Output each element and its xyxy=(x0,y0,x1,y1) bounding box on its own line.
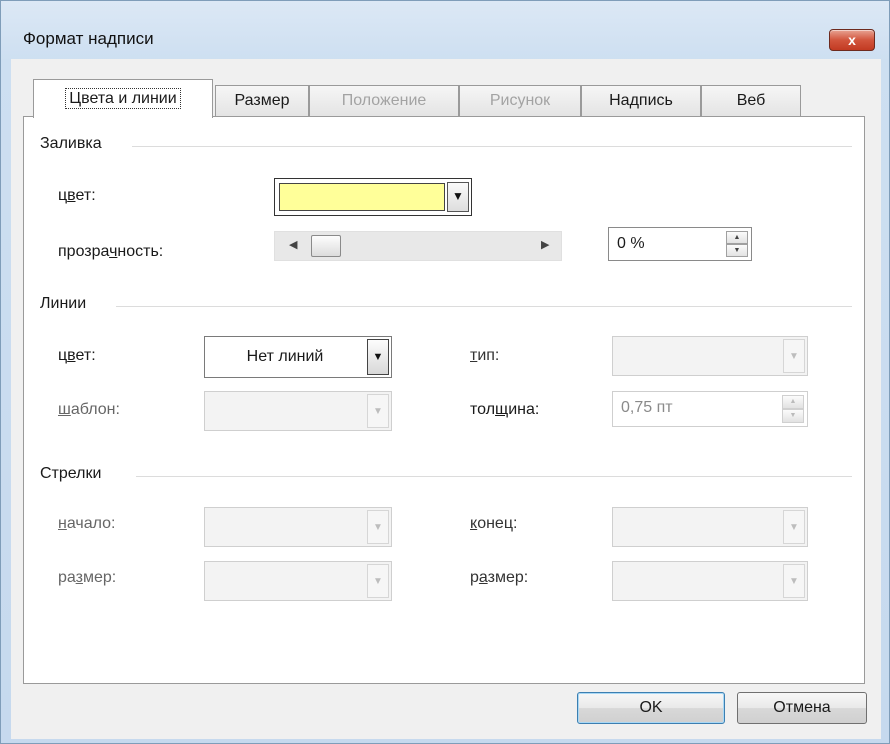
chevron-down-icon[interactable]: ▼ xyxy=(367,564,389,598)
line-weight-label: толщина: xyxy=(470,401,540,418)
chevron-down-icon[interactable]: ▼ xyxy=(447,182,469,212)
section-arrows-divider xyxy=(136,476,852,477)
tab-panel-colors-lines: Заливка цвет: ▼ прозрачность: ◀ ▶ 0 % ▲ … xyxy=(23,116,865,684)
chevron-down-icon[interactable]: ▼ xyxy=(783,339,805,373)
chevron-down-icon[interactable]: ▼ xyxy=(783,564,805,598)
spin-buttons[interactable]: ▲ ▼ xyxy=(726,231,748,257)
transparency-value: 0 % xyxy=(617,235,645,252)
chevron-down-icon[interactable]: ▼ xyxy=(367,510,389,544)
tab-textbox[interactable]: Надпись xyxy=(581,85,701,117)
line-weight-spinbox[interactable]: 0,75 пт ▲ ▼ xyxy=(612,391,808,427)
section-fill-divider xyxy=(132,146,852,147)
line-pattern-label: шаблон: xyxy=(58,401,120,418)
arrow-begin-dropdown[interactable]: ▼ xyxy=(204,507,392,547)
arrow-end-dropdown[interactable]: ▼ xyxy=(612,507,808,547)
section-lines-divider xyxy=(116,306,852,307)
cancel-button[interactable]: Отмена xyxy=(737,692,867,724)
close-button[interactable]: x xyxy=(829,29,875,51)
arrow-begin-size-label: размер: xyxy=(58,569,117,586)
spin-down-icon[interactable]: ▼ xyxy=(726,244,748,257)
tab-web[interactable]: Веб xyxy=(701,85,801,117)
line-pattern-dropdown[interactable]: ▼ xyxy=(204,391,392,431)
transparency-slider[interactable]: ◀ ▶ xyxy=(274,231,562,261)
arrow-begin-label: начало: xyxy=(58,515,116,532)
transparency-label: прозрачность: xyxy=(58,243,164,260)
spin-buttons[interactable]: ▲ ▼ xyxy=(782,395,804,423)
fill-color-picker[interactable]: ▼ xyxy=(274,178,472,216)
chevron-down-icon[interactable]: ▼ xyxy=(367,394,389,428)
spin-down-icon[interactable]: ▼ xyxy=(782,409,804,423)
slider-thumb[interactable] xyxy=(311,235,341,257)
arrow-end-label: конец: xyxy=(470,515,518,532)
section-arrows-title: Стрелки xyxy=(40,465,102,482)
spin-up-icon[interactable]: ▲ xyxy=(782,395,804,409)
line-type-dropdown[interactable]: ▼ xyxy=(612,336,808,376)
line-color-value: Нет линий xyxy=(246,348,324,365)
arrow-end-size-label: размер: xyxy=(470,569,529,586)
tab-colors-lines[interactable]: Цвета и линии xyxy=(33,79,213,118)
arrow-end-size-dropdown[interactable]: ▼ xyxy=(612,561,808,601)
dialog-window: Формат надписи x Цвета и линии Размер По… xyxy=(0,0,890,744)
window-title: Формат надписи xyxy=(23,29,154,48)
line-color-label: цвет: xyxy=(58,347,96,364)
fill-color-swatch xyxy=(279,183,445,211)
transparency-spinbox[interactable]: 0 % ▲ ▼ xyxy=(608,227,752,261)
spin-up-icon[interactable]: ▲ xyxy=(726,231,748,244)
close-icon: x xyxy=(848,32,856,48)
chevron-down-icon[interactable]: ▼ xyxy=(367,339,389,375)
fill-color-label: цвет: xyxy=(58,187,96,204)
tab-picture[interactable]: Рисунок xyxy=(459,85,581,117)
tab-size[interactable]: Размер xyxy=(215,85,309,117)
tab-label: Цвета и линии xyxy=(65,88,181,109)
line-color-dropdown[interactable]: Нет линий ▼ xyxy=(204,336,392,378)
arrow-begin-size-dropdown[interactable]: ▼ xyxy=(204,561,392,601)
tab-position[interactable]: Положение xyxy=(309,85,459,117)
dialog-client: Цвета и линии Размер Положение Рисунок Н… xyxy=(11,59,881,739)
section-fill-title: Заливка xyxy=(40,135,102,152)
arrow-right-icon[interactable]: ▶ xyxy=(541,232,549,258)
chevron-down-icon[interactable]: ▼ xyxy=(783,510,805,544)
ok-button[interactable]: OK xyxy=(577,692,725,724)
line-type-label: тип: xyxy=(470,347,500,364)
line-weight-value: 0,75 пт xyxy=(621,399,673,416)
arrow-left-icon[interactable]: ◀ xyxy=(289,232,297,258)
section-lines-title: Линии xyxy=(40,295,87,312)
